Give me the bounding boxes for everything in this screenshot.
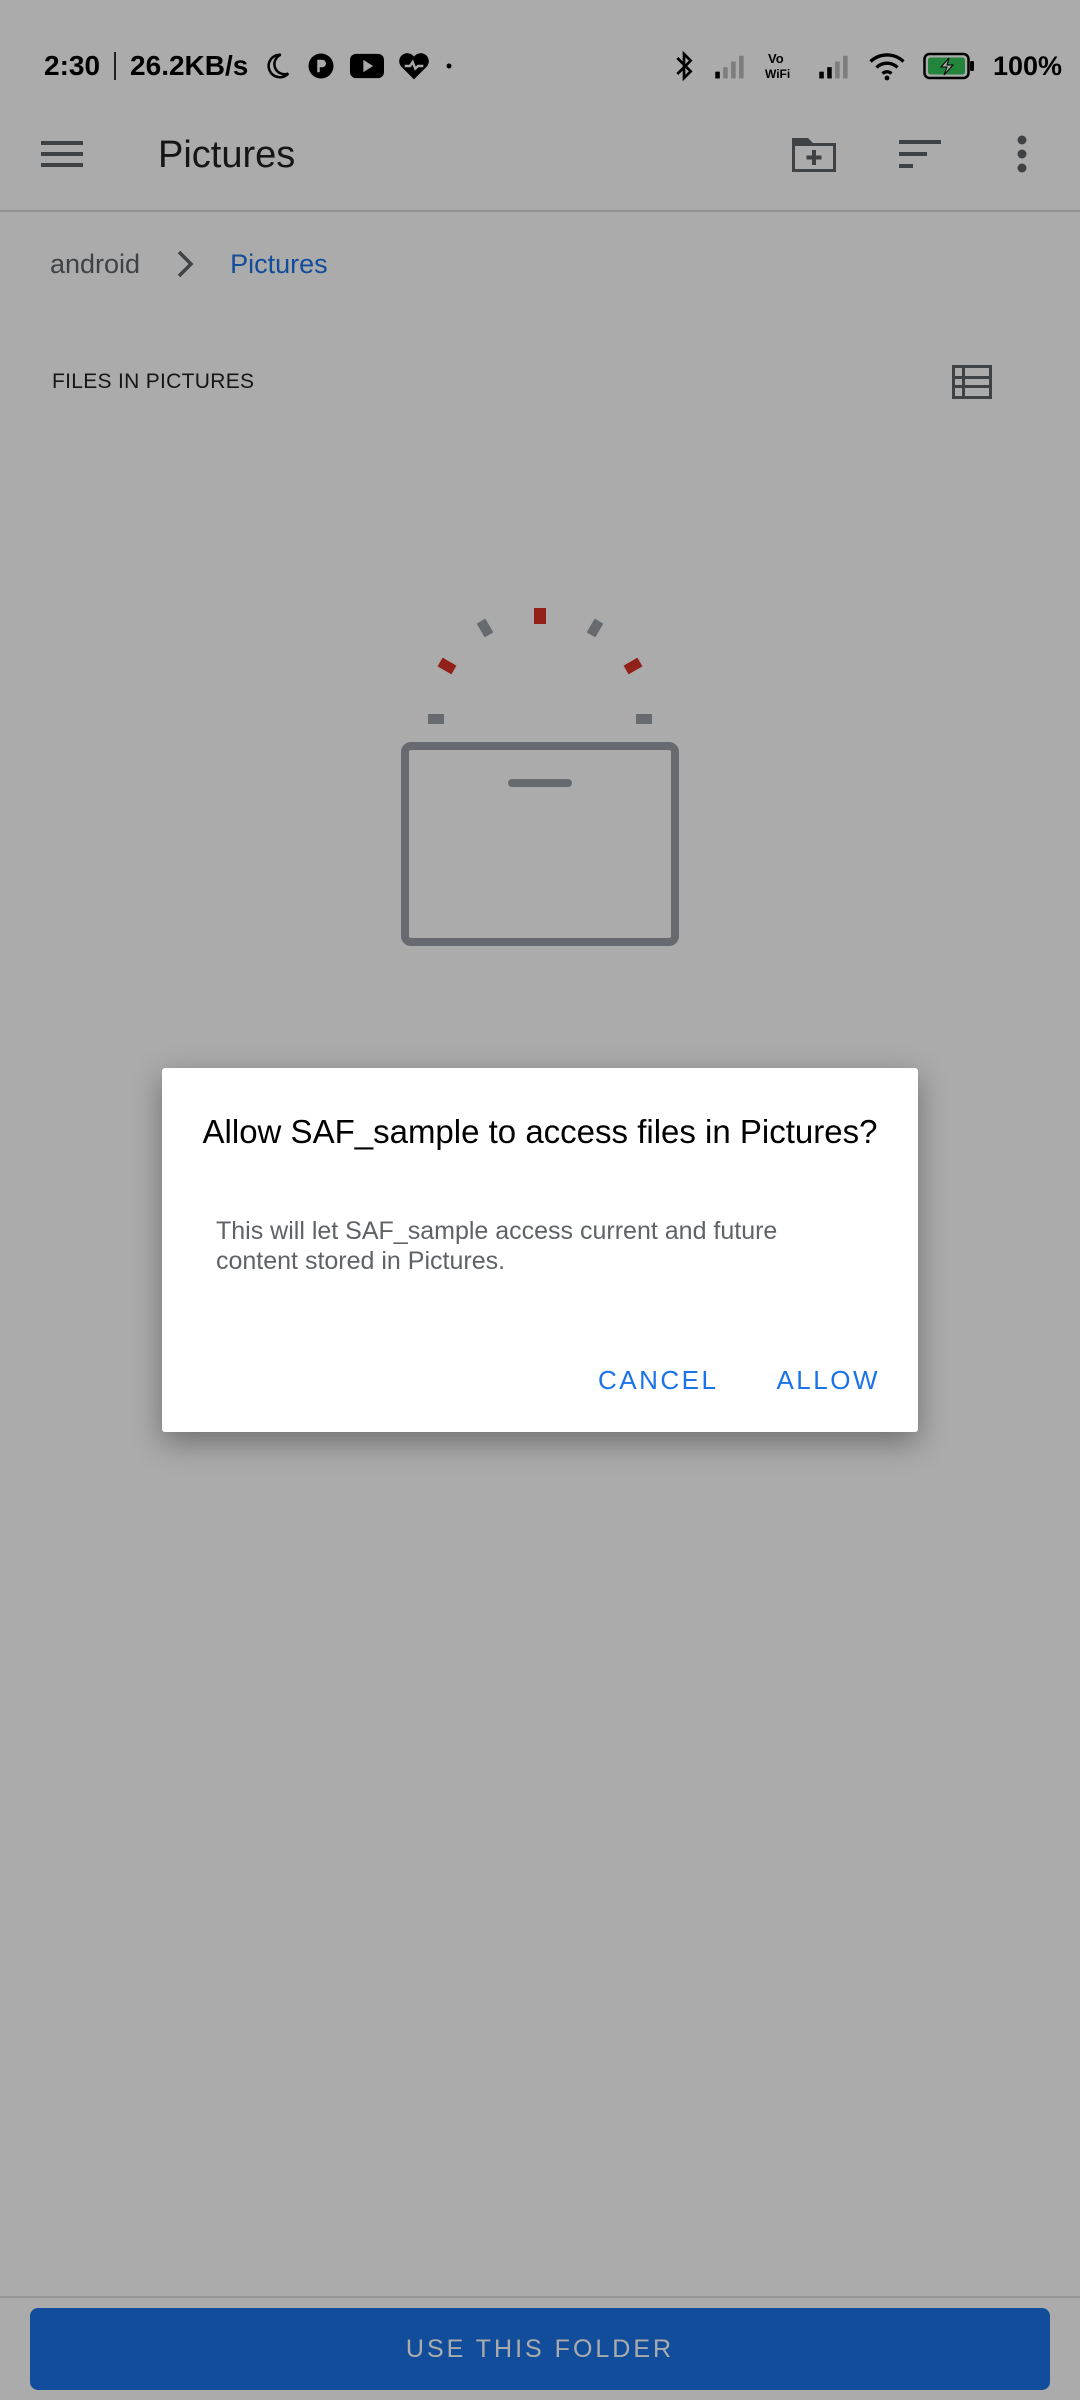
cancel-button[interactable]: CANCEL [598,1365,718,1396]
permission-dialog: Allow SAF_sample to access files in Pict… [162,1068,918,1432]
dialog-actions: CANCEL ALLOW [598,1360,880,1400]
allow-button[interactable]: ALLOW [776,1365,880,1396]
dialog-message: This will let SAF_sample access current … [216,1217,778,1275]
dialog-title: Allow SAF_sample to access files in Pict… [202,1113,878,1150]
